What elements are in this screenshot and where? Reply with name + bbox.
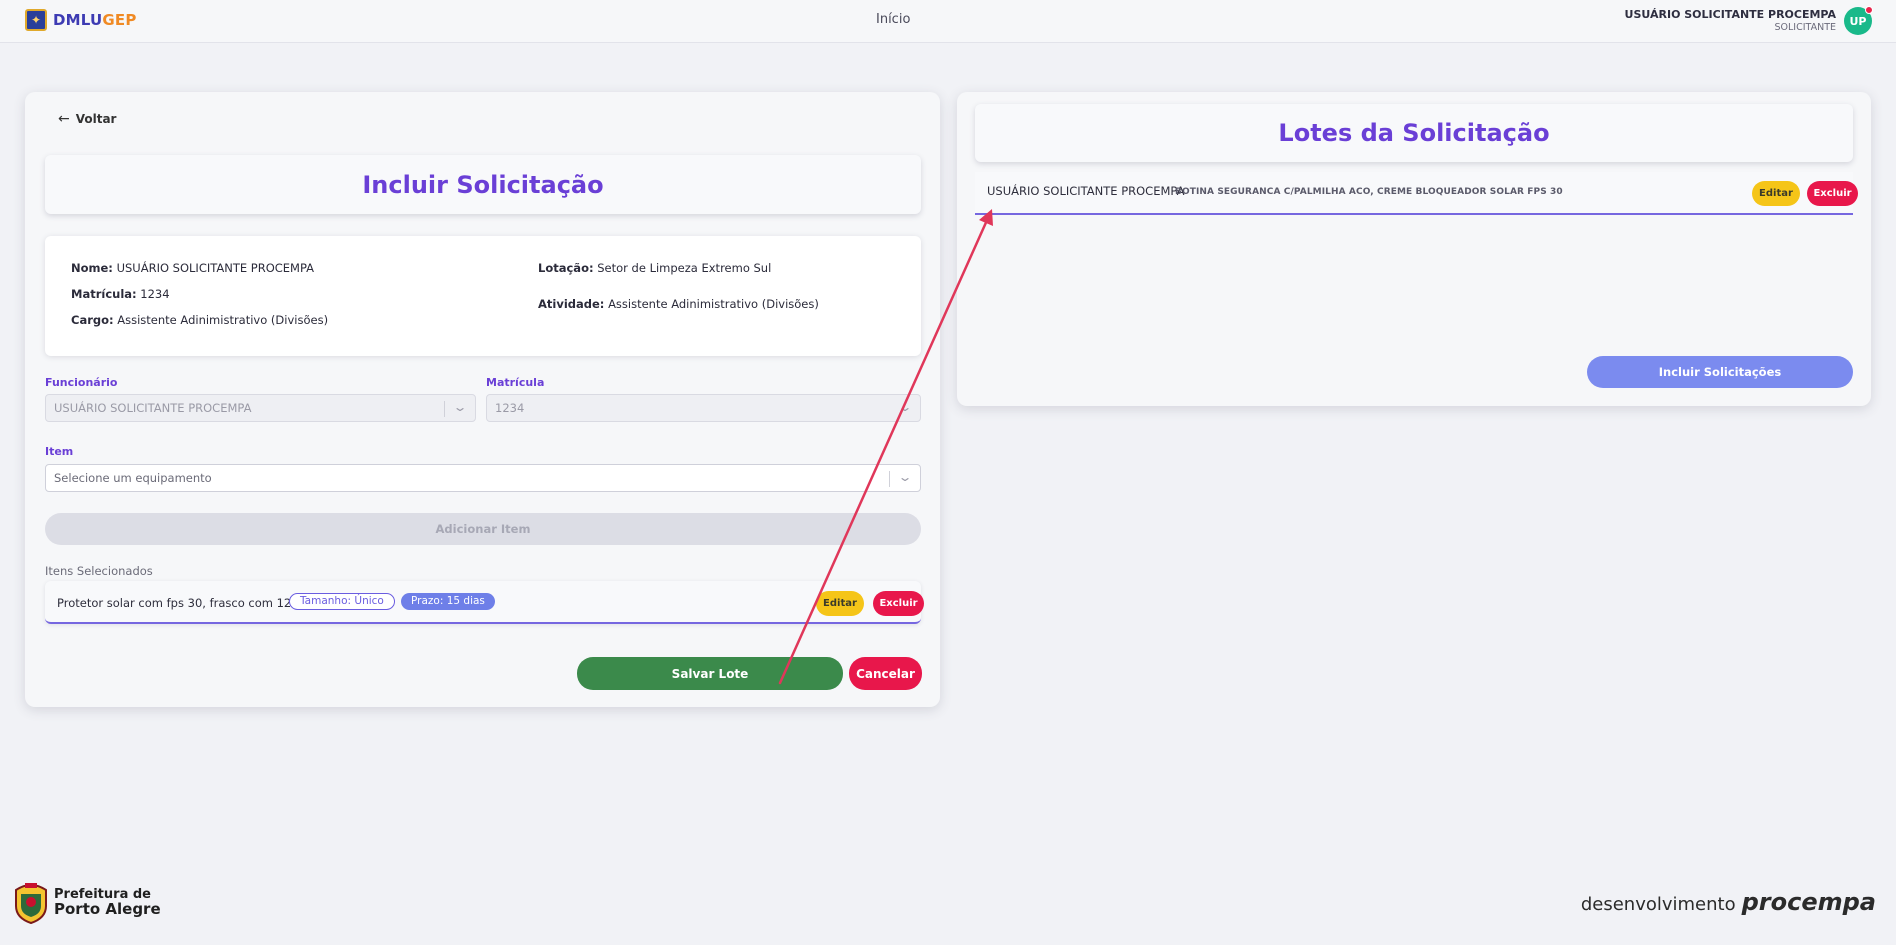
funcionario-select: USUÁRIO SOLICITANTE PROCEMPA ⌄: [45, 394, 476, 422]
user-name: USUÁRIO SOLICITANTE PROCEMPA: [1624, 8, 1836, 21]
top-bar: ✦ DMLUGEP Início USUÁRIO SOLICITANTE PRO…: [0, 0, 1896, 43]
matricula-field-value: 1234: [495, 401, 525, 415]
batch-entry-name: USUÁRIO SOLICITANTE PROCEMPA: [987, 184, 1185, 198]
funcionario-label: Funcionário: [45, 376, 118, 389]
chevron-down-icon: ⌄: [897, 400, 913, 414]
user-info: USUÁRIO SOLICITANTE PROCEMPA SOLICITANTE: [1625, 8, 1836, 33]
batch-entry-items: BOTINA SEGURANCA C/PALMILHA ACO, CREME B…: [1175, 187, 1563, 197]
page-title: Incluir Solicitação: [362, 170, 604, 199]
list-item: Protetor solar com fps 30, frasco com 12…: [45, 581, 924, 624]
edit-batch-button[interactable]: Editar: [1752, 181, 1800, 206]
nav-home-link[interactable]: Início: [876, 12, 910, 27]
arrow-left-icon: ←: [58, 111, 70, 127]
brand[interactable]: ✦ DMLUGEP: [25, 9, 137, 31]
select-separator: [444, 401, 445, 417]
city-crest-icon: [15, 883, 47, 924]
back-button[interactable]: ← Voltar: [58, 111, 116, 127]
size-chip: Tamanho: Único: [289, 593, 395, 610]
notification-dot-icon: [1865, 6, 1873, 14]
batches-title-box: Lotes da Solicitação: [975, 104, 1853, 162]
cancel-button[interactable]: Cancelar: [849, 657, 922, 690]
procempa-logo: desenvolvimento procempa: [1581, 888, 1876, 916]
chevron-down-icon[interactable]: ⌄: [897, 470, 912, 484]
request-form-card: ← Voltar Incluir Solicitação Nome: USUÁR…: [25, 92, 940, 707]
deadline-chip: Prazo: 15 dias: [401, 593, 495, 610]
brand-name: DMLUGEP: [53, 11, 137, 29]
select-separator: [889, 471, 890, 487]
funcionario-value: USUÁRIO SOLICITANTE PROCEMPA: [54, 401, 252, 415]
batches-title: Lotes da Solicitação: [1278, 119, 1550, 147]
prefeitura-text: Prefeitura de Porto Alegre: [54, 887, 161, 918]
delete-item-button[interactable]: Excluir: [873, 591, 924, 616]
info-atividade: Atividade: Assistente Adinimistrativo (D…: [538, 297, 819, 311]
user-role: SOLICITANTE: [1774, 22, 1836, 33]
item-placeholder: Selecione um equipamento: [54, 471, 212, 485]
delete-batch-button[interactable]: Excluir: [1807, 181, 1858, 206]
info-matricula: Matrícula: 1234: [71, 287, 170, 301]
selected-item-name: Protetor solar com fps 30, frasco com 12…: [57, 596, 313, 610]
employee-info-box: Nome: USUÁRIO SOLICITANTE PROCEMPA Matrí…: [45, 236, 921, 356]
avatar[interactable]: UP: [1844, 6, 1873, 35]
back-label: Voltar: [75, 112, 117, 126]
include-requests-button[interactable]: Incluir Solicitações: [1587, 356, 1853, 388]
info-nome: Nome: USUÁRIO SOLICITANTE PROCEMPA: [71, 261, 315, 275]
batch-entry: USUÁRIO SOLICITANTE PROCEMPA BOTINA SEGU…: [975, 172, 1858, 215]
chevron-down-icon: ⌄: [452, 400, 468, 414]
matricula-field-label: Matrícula: [486, 376, 545, 389]
prefeitura-logo: Prefeitura de Porto Alegre: [12, 880, 161, 924]
edit-item-button[interactable]: Editar: [816, 591, 864, 616]
info-cargo: Cargo: Assistente Adinimistrativo (Divis…: [71, 313, 329, 327]
brand-logo-icon: ✦: [25, 9, 47, 31]
form-title-box: Incluir Solicitação: [45, 155, 921, 214]
matricula-select: 1234 ⌄: [486, 394, 921, 422]
dev-label: desenvolvimento: [1580, 894, 1736, 915]
info-lotacao: Lotação: Setor de Limpeza Extremo Sul: [538, 261, 772, 275]
item-label: Item: [45, 445, 74, 458]
save-batch-button[interactable]: Salvar Lote: [577, 657, 843, 690]
item-select[interactable]: Selecione um equipamento ⌄: [45, 464, 921, 492]
avatar-initials: UP: [1849, 14, 1867, 28]
add-item-button[interactable]: Adicionar Item: [45, 513, 921, 545]
procempa-brand: procempa: [1741, 888, 1876, 916]
batches-card: Lotes da Solicitação USUÁRIO SOLICITANTE…: [957, 92, 1871, 406]
selected-items-label: Itens Selecionados: [45, 564, 153, 578]
